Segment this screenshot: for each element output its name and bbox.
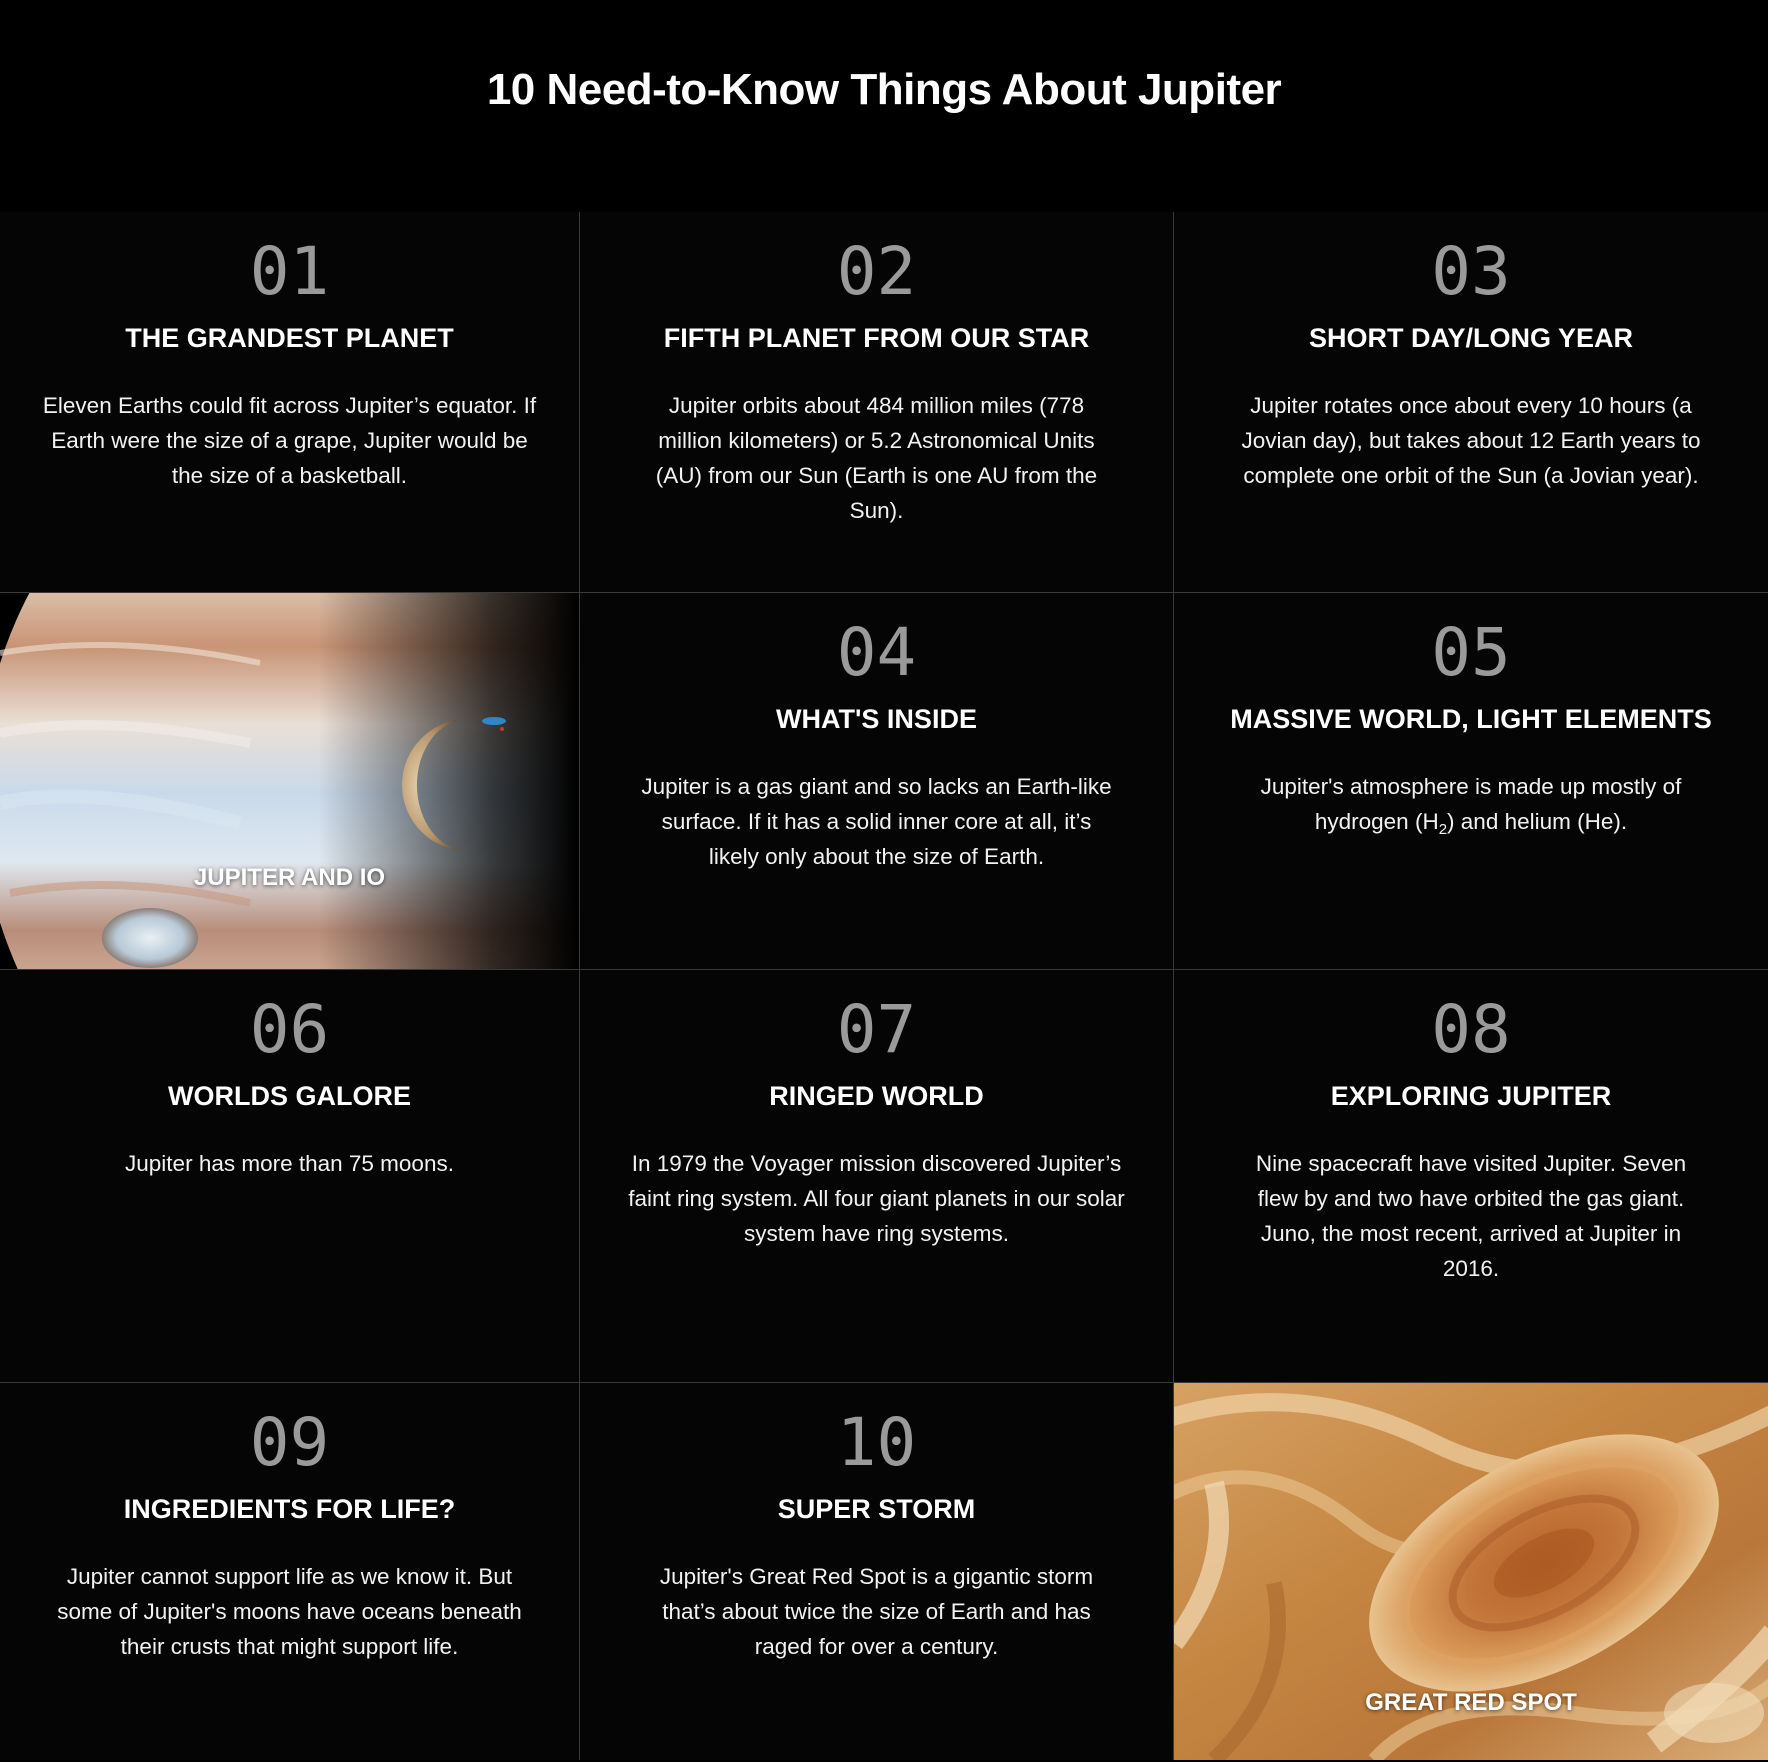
fact-number: 05 — [1431, 614, 1511, 691]
grid-divider — [0, 592, 1768, 593]
fact-body: Nine spacecraft have visited Jupiter. Se… — [1255, 1151, 1687, 1281]
grid-divider — [0, 1382, 1768, 1383]
fact-number: 08 — [1431, 991, 1511, 1068]
fact-number: 02 — [836, 233, 917, 310]
fact-heading: EXPLORING JUPITER — [1330, 1081, 1612, 1111]
fact-card-02: 02 FIFTH PLANET FROM OUR STAR Jupiter or… — [580, 212, 1173, 592]
fact-number: 04 — [836, 614, 917, 691]
grid-divider — [1173, 212, 1174, 1760]
fact-body: Jupiter cannot support life as we know i… — [57, 1564, 522, 1659]
fact-card-03: 03 SHORT DAY/LONG YEAR Jupiter rotates o… — [1174, 212, 1768, 592]
fact-card-06: 06 WORLDS GALORE Jupiter has more than 7… — [0, 970, 579, 1382]
fact-body: Jupiter is a gas giant and so lacks an E… — [641, 774, 1112, 869]
jupiter-and-io-image — [0, 593, 579, 969]
grid-divider — [579, 212, 580, 1760]
fact-card-07: 07 RINGED WORLD In 1979 the Voyager miss… — [580, 970, 1173, 1382]
fact-heading: THE GRANDEST PLANET — [125, 323, 454, 353]
fact-body-text: ) and helium (He). — [1447, 809, 1628, 834]
fact-card-05: 05 MASSIVE WORLD, LIGHT ELEMENTS Jupiter… — [1174, 593, 1768, 969]
fact-number: 01 — [249, 233, 330, 310]
fact-card-01: 01 THE GRANDEST PLANET Eleven Earths cou… — [0, 212, 579, 592]
fact-heading: INGREDIENTS FOR LIFE? — [123, 1494, 456, 1524]
photo-caption: GREAT RED SPOT — [1365, 1689, 1577, 1716]
fact-body: Jupiter orbits about 484 million miles (… — [655, 393, 1098, 523]
fact-number: 10 — [836, 1404, 917, 1481]
photo-great-red-spot: GREAT RED SPOT — [1174, 1383, 1768, 1760]
fact-heading: FIFTH PLANET FROM OUR STAR — [663, 323, 1090, 353]
facts-grid: 01 THE GRANDEST PLANET Eleven Earths cou… — [0, 212, 1768, 1760]
photo-caption: JUPITER AND IO — [193, 864, 386, 891]
fact-body: Jupiter's Great Red Spot is a gigantic s… — [659, 1564, 1094, 1659]
photo-jupiter-and-io: JUPITER AND IO — [0, 593, 579, 969]
fact-heading: SHORT DAY/LONG YEAR — [1308, 323, 1634, 353]
fact-card-09: 09 INGREDIENTS FOR LIFE? Jupiter cannot … — [0, 1383, 579, 1760]
fact-body: In 1979 the Voyager mission discovered J… — [628, 1151, 1125, 1246]
fact-body: Jupiter rotates once about every 10 hour… — [1241, 393, 1701, 488]
page-title: 10 Need-to-Know Things About Jupiter — [486, 65, 1282, 114]
grid-divider — [0, 969, 1768, 970]
fact-card-10: 10 SUPER STORM Jupiter's Great Red Spot … — [580, 1383, 1173, 1760]
fact-heading: MASSIVE WORLD, LIGHT ELEMENTS — [1230, 704, 1712, 734]
fact-body-subscript: 2 — [1438, 821, 1448, 838]
fact-heading: SUPER STORM — [777, 1494, 976, 1524]
fact-card-08: 08 EXPLORING JUPITER Nine spacecraft hav… — [1174, 970, 1768, 1382]
fact-body: Eleven Earths could fit across Jupiter’s… — [42, 393, 537, 488]
fact-number: 06 — [249, 991, 330, 1068]
fact-card-04: 04 WHAT'S INSIDE Jupiter is a gas giant … — [580, 593, 1173, 969]
fact-number: 03 — [1431, 233, 1511, 310]
fact-body: Jupiter has more than 75 moons. — [125, 1151, 454, 1176]
fact-heading: WHAT'S INSIDE — [776, 704, 977, 734]
fact-number: 09 — [249, 1404, 330, 1481]
fact-heading: RINGED WORLD — [769, 1081, 984, 1111]
fact-body: Jupiter's atmosphere is made up mostly o… — [1231, 769, 1711, 839]
fact-heading: WORLDS GALORE — [168, 1081, 411, 1111]
fact-number: 07 — [836, 991, 917, 1068]
